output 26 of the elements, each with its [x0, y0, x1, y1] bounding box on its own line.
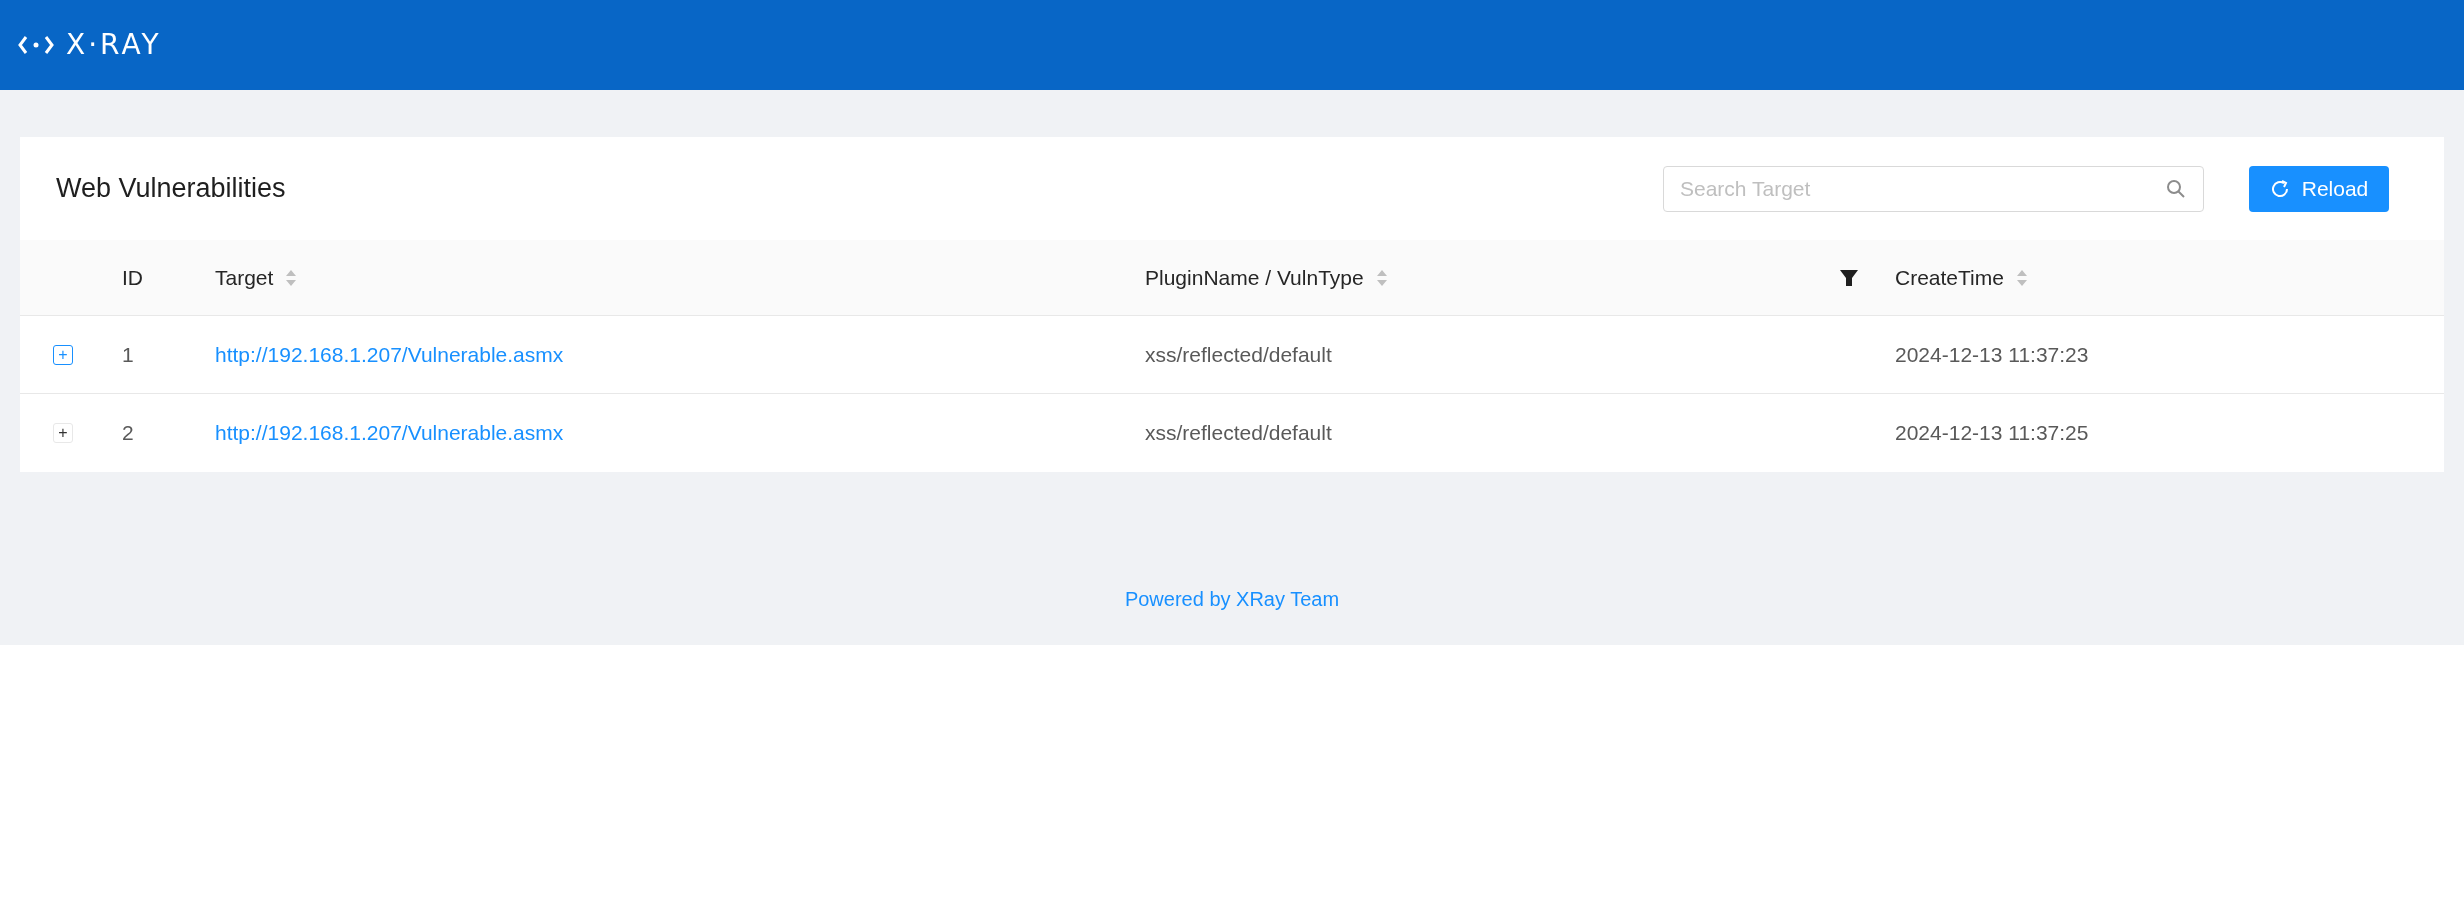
search-field[interactable]: Search Target — [1663, 165, 2204, 212]
plugin-cell: xss/reflected/default — [1145, 421, 1332, 445]
time-cell: 2024-12-13 11:37:23 — [1895, 342, 2089, 366]
logo-text: X·RAY — [66, 27, 162, 63]
target-link[interactable]: http://192.168.1.207/Vulnerable.asmx — [215, 342, 564, 366]
sort-icon[interactable] — [285, 268, 298, 287]
card-title: Web Vulnerabilities — [56, 172, 286, 206]
filter-icon[interactable] — [1839, 268, 1859, 287]
expand-button[interactable]: + — [53, 423, 73, 443]
column-header: Target — [215, 264, 274, 291]
search-icon[interactable] — [2166, 178, 2186, 199]
column-header: CreateTime — [1895, 264, 2004, 291]
sort-icon[interactable] — [2015, 268, 2028, 287]
sort-icon[interactable] — [1375, 268, 1388, 287]
expand-button[interactable]: + — [53, 344, 73, 365]
reload-button[interactable]: Reload — [2249, 165, 2389, 212]
plugin-cell: xss/reflected/default — [1145, 342, 1332, 366]
column-header: ID — [122, 264, 143, 291]
logo-icon — [18, 34, 54, 56]
target-link[interactable]: http://192.168.1.207/Vulnerable.asmx — [215, 421, 564, 445]
footer-link[interactable]: Powered by XRay Team — [1124, 584, 1340, 614]
id-cell: 1 — [122, 342, 134, 366]
time-cell: 2024-12-13 11:37:25 — [1895, 421, 2089, 445]
reload-icon — [2269, 178, 2290, 199]
column-header: PluginName / VulnType — [1145, 264, 1364, 291]
id-cell: 2 — [122, 421, 134, 445]
